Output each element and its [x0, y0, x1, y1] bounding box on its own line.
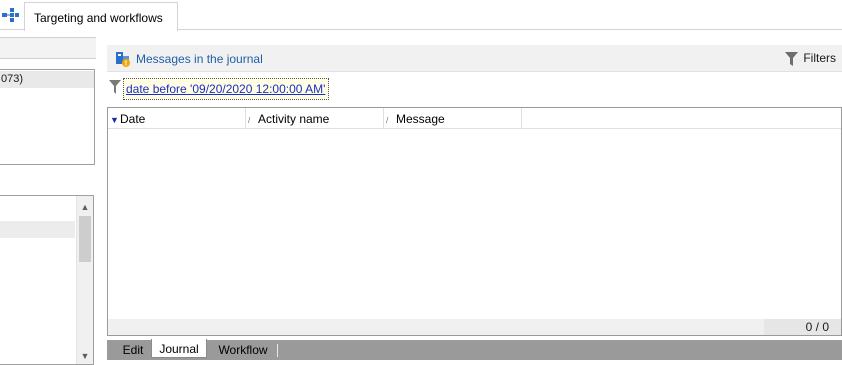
funnel-icon [109, 80, 121, 94]
list-item[interactable] [0, 221, 75, 238]
column-header-date[interactable]: ▼Date [108, 108, 246, 129]
bottom-tab-bar: Edit Journal Workflow [107, 339, 842, 360]
journal-header: Messages in the journal Filters [107, 45, 842, 72]
journal-messages-icon [116, 52, 130, 67]
journal-title: Messages in the journal [136, 52, 263, 66]
left-selected-item[interactable]: 073) [0, 71, 94, 88]
filter-condition[interactable]: date before '09/20/2020 12:00:00 AM' [123, 78, 330, 100]
filters-label: Filters [803, 51, 836, 65]
column-label: Activity name [258, 112, 330, 126]
tab-workflow[interactable]: Workflow [211, 340, 275, 360]
column-label: Date [120, 112, 146, 126]
funnel-icon [785, 52, 799, 66]
tab-targeting-and-workflows[interactable]: Targeting and workflows [24, 2, 178, 31]
left-pane-header [0, 37, 96, 59]
workflow-app-icon [2, 8, 19, 22]
column-header-message[interactable]: / Message [384, 108, 522, 129]
column-resize-icon: / [386, 116, 389, 125]
grid-header: ▼Date / Activity name / Message [108, 108, 841, 129]
tab-separator [277, 344, 278, 357]
tab-journal[interactable]: Journal [151, 339, 207, 358]
journal-grid: ▼Date / Activity name / Message 0 / 0 [107, 107, 842, 336]
sort-descending-icon: ▼ [110, 115, 119, 125]
top-tab-strip: Targeting and workflows [0, 0, 842, 31]
vertical-scrollbar[interactable]: ▲ ▼ [76, 196, 93, 364]
column-resize-icon: / [248, 116, 251, 125]
column-header-activity-name[interactable]: / Activity name [246, 108, 384, 129]
filters-button[interactable]: Filters [785, 51, 836, 67]
filter-condition-link[interactable]: date before '09/20/2020 12:00:00 AM' [126, 82, 325, 96]
grid-footer: 0 / 0 [108, 319, 841, 335]
column-label: Message [396, 112, 445, 126]
left-selection-box: 073) [0, 69, 95, 165]
filter-condition-row: date before '09/20/2020 12:00:00 AM' [107, 76, 842, 102]
left-list: ▲ ▼ [0, 195, 94, 365]
tab-edit[interactable]: Edit [115, 340, 151, 360]
scroll-thumb[interactable] [79, 216, 91, 262]
scroll-up-icon[interactable]: ▲ [77, 199, 93, 215]
record-count: 0 / 0 [764, 319, 841, 335]
scroll-down-icon[interactable]: ▼ [77, 348, 93, 364]
